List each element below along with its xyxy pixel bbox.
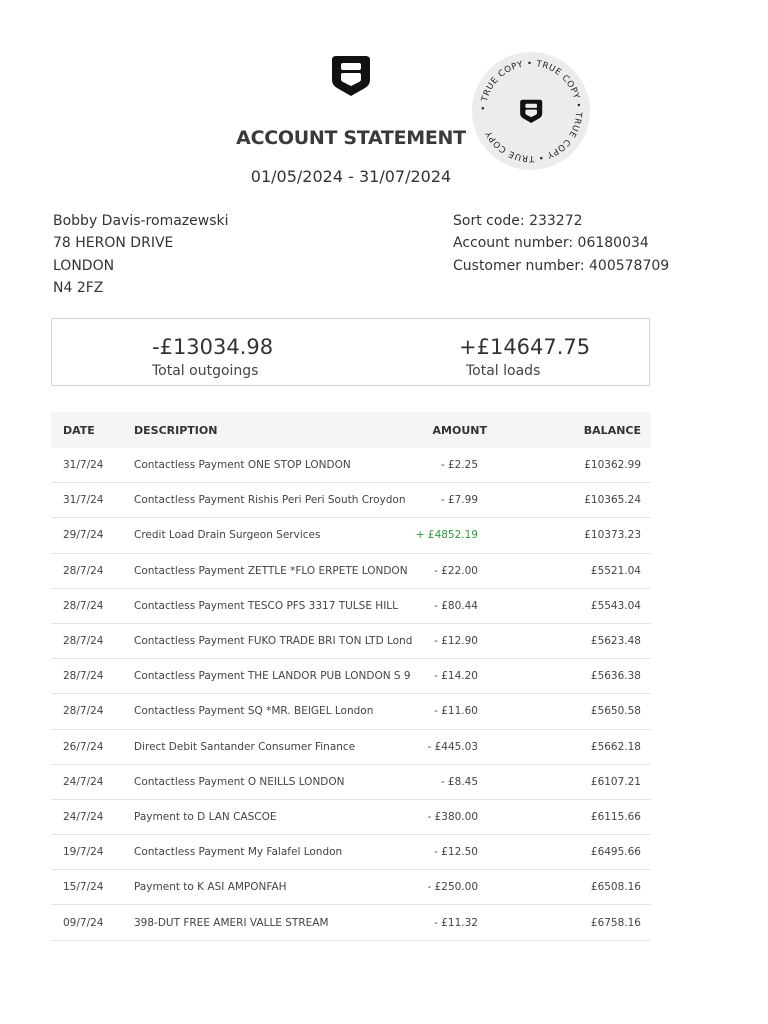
loads-block: +£14647.75 Total loads	[459, 334, 590, 379]
row-balance: £6508.16	[590, 881, 641, 894]
row-date: 24/7/24	[63, 775, 104, 788]
page-title: ACCOUNT STATEMENT	[236, 127, 466, 149]
row-description: 398-DUT FREE AMERI VALLE STREAM	[134, 916, 329, 929]
table-row: 29/7/24 Credit Load Drain Surgeon Service…	[51, 518, 651, 554]
header-description: DESCRIPTION	[134, 423, 218, 437]
row-amount: - £445.03	[427, 740, 478, 753]
table-body: 31/7/24 Contactless Payment ONE STOP LOND…	[51, 448, 651, 941]
row-amount: - £380.00	[427, 810, 478, 823]
table-row: 28/7/24 Contactless Payment FUKO TRADE BR…	[51, 624, 651, 660]
row-balance: £6758.16	[590, 916, 641, 929]
row-balance: £10362.99	[584, 459, 641, 472]
row-date: 19/7/24	[63, 846, 104, 859]
table-row: 31/7/24 Contactless Payment Rishis Peri P…	[51, 483, 651, 519]
customer-name: Bobby Davis-romazewski	[53, 213, 229, 229]
row-date: 28/7/24	[63, 564, 104, 577]
row-amount: - £12.50	[434, 846, 478, 859]
outgoings-block: -£13034.98 Total outgoings	[152, 334, 273, 379]
table-row: 15/7/24 Payment to K ASI AMPONFAH - £250.0…	[51, 870, 651, 906]
row-amount: - £14.20	[434, 670, 478, 683]
row-description: Contactless Payment SQ *MR. BEIGEL Londo…	[134, 705, 374, 718]
row-date: 29/7/24	[63, 529, 104, 542]
row-balance: £5662.18	[590, 740, 641, 753]
header-date: DATE	[63, 423, 95, 437]
table-row: 28/7/24 Contactless Payment TESCO PFS 331…	[51, 589, 651, 624]
row-date: 28/7/24	[63, 670, 104, 683]
table-row: 28/7/24 Contactless Payment SQ *MR. BEIGE…	[51, 694, 651, 730]
row-amount: - £11.60	[434, 705, 478, 718]
header-amount: AMOUNT	[432, 423, 487, 437]
address-postcode: N4 2FZ	[53, 279, 104, 296]
table-header: DATE DESCRIPTION AMOUNT BALANCE	[51, 412, 651, 448]
outgoings-label: Total outgoings	[152, 363, 259, 379]
row-balance: £10373.23	[584, 529, 641, 542]
row-date: 31/7/24	[63, 494, 104, 507]
true-copy-stamp: • TRUE COPY • TRUE COPY • TRUE COPY • TR…	[471, 51, 591, 171]
row-description: Credit Load Drain Surgeon Services	[134, 529, 321, 542]
row-balance: £5636.38	[590, 670, 641, 683]
row-amount: - £7.99	[440, 494, 478, 507]
transactions-table: DATE DESCRIPTION AMOUNT BALANCE 31/7/24 C…	[51, 412, 651, 941]
table-row: 31/7/24 Contactless Payment ONE STOP LOND…	[51, 448, 651, 484]
shield-logo-icon	[330, 53, 372, 99]
row-description: Contactless Payment TESCO PFS 3317 TULSE…	[134, 599, 398, 612]
row-balance: £10365.24	[584, 494, 641, 507]
table-row: 24/7/24 Payment to D LAN CASCOE - £380.00 £…	[51, 800, 651, 836]
row-description: Payment to K ASI AMPONFAH	[134, 881, 287, 894]
customer-number: Customer number: 400578709	[453, 257, 670, 274]
row-date: 26/7/24	[63, 740, 104, 753]
row-description: Contactless Payment ZETTLE *FLO ERPETE L…	[134, 564, 408, 577]
row-description: Contactless Payment My Falafel London	[134, 846, 343, 859]
row-balance: £5521.04	[590, 564, 641, 577]
row-description: Direct Debit Santander Consumer Finance	[134, 740, 356, 753]
row-date: 24/7/24	[63, 810, 104, 823]
row-date: 28/7/24	[63, 635, 104, 648]
row-amount: + £4852.19	[415, 529, 478, 542]
address-city: LONDON	[53, 257, 115, 274]
row-description: Contactless Payment THE LANDOR PUB LONDO…	[134, 670, 411, 683]
account-details: Sort code: 233272 Account number: 061800…	[453, 210, 669, 277]
sort-code: Sort code: 233272	[453, 213, 583, 229]
customer-address: Bobby Davis-romazewski 78 HERON DRIVE LO…	[53, 210, 229, 299]
totals-summary: -£13034.98 Total outgoings +£14647.75 To…	[51, 318, 650, 386]
table-row: 28/7/24 Contactless Payment ZETTLE *FLO E…	[51, 554, 651, 589]
row-description: Contactless Payment FUKO TRADE BRI TON L…	[134, 635, 412, 648]
row-amount: - £2.25	[440, 459, 478, 472]
statement-period: 01/05/2024 - 31/07/2024	[250, 167, 452, 186]
table-row: 19/7/24 Contactless Payment My Falafel Lo…	[51, 835, 651, 871]
table-row: 26/7/24 Direct Debit Santander Consumer F…	[51, 730, 651, 765]
row-amount: - £12.90	[434, 635, 478, 648]
row-date: 31/7/24	[63, 459, 104, 472]
row-date: 28/7/24	[63, 705, 104, 718]
header-balance: BALANCE	[583, 423, 641, 437]
row-date: 15/7/24	[63, 881, 104, 894]
row-amount: - £8.45	[440, 775, 478, 788]
row-amount: - £22.00	[434, 564, 478, 577]
account-number: Account number: 06180034	[453, 235, 649, 252]
loads-label: Total loads	[466, 363, 541, 379]
row-balance: £5623.48	[590, 635, 641, 648]
row-description: Contactless Payment ONE STOP LONDON	[134, 459, 351, 472]
row-balance: £6495.66	[590, 846, 641, 859]
row-balance: £5543.04	[590, 599, 641, 612]
row-balance: £5650.58	[590, 705, 641, 718]
row-amount: - £80.44	[434, 599, 478, 612]
row-description: Contactless Payment Rishis Peri Peri Sou…	[134, 494, 406, 507]
row-description: Payment to D LAN CASCOE	[134, 810, 277, 823]
row-balance: £6115.66	[590, 810, 641, 823]
row-date: 28/7/24	[63, 599, 104, 612]
outgoings-amount: -£13034.98	[152, 335, 274, 359]
table-row: 09/7/24 398-DUT FREE AMERI VALLE STREAM - …	[51, 905, 651, 941]
row-balance: £6107.21	[590, 775, 641, 788]
row-date: 09/7/24	[63, 916, 104, 929]
table-row: 24/7/24 Contactless Payment O NEILLS LOND…	[51, 765, 651, 800]
address-line: 78 HERON DRIVE	[53, 235, 174, 252]
table-row: 28/7/24 Contactless Payment THE LANDOR PU…	[51, 659, 651, 695]
loads-amount: +£14647.75	[459, 335, 591, 359]
row-amount: - £11.32	[434, 916, 478, 929]
row-amount: - £250.00	[427, 881, 478, 894]
row-description: Contactless Payment O NEILLS LONDON	[134, 775, 345, 788]
